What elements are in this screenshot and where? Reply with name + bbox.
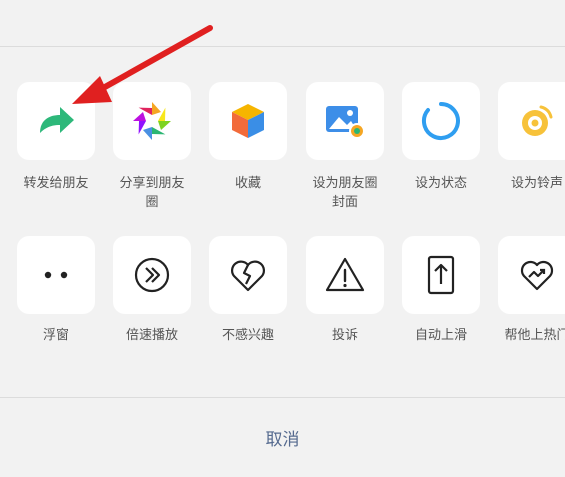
moments-aperture-icon (133, 102, 171, 140)
ringtone-icon (522, 105, 553, 136)
action-item-label: 浮窗 (42, 328, 69, 343)
speed-play-icon (134, 257, 170, 293)
share-item-label: 设为状态 (414, 176, 467, 191)
share-item-label: 分享到朋友 圈 (119, 176, 185, 210)
ringtone-tile[interactable] (498, 82, 565, 160)
divider (0, 46, 565, 47)
forward-icon (40, 107, 74, 133)
action-item-label: 倍速播放 (125, 328, 178, 343)
report-tile[interactable] (306, 236, 384, 314)
broken-heart-icon (231, 260, 265, 292)
share-item-label: 设为铃声 (510, 176, 563, 191)
cover-tile[interactable] (306, 82, 384, 160)
more-dots-icon (44, 271, 68, 279)
cancel-button[interactable]: 取消 (0, 398, 565, 477)
moments-tile[interactable] (113, 82, 191, 160)
action-item-label: 自动上滑 (414, 328, 467, 343)
not-interested-tile[interactable] (209, 236, 287, 314)
cover-image-icon (326, 106, 365, 139)
auto-scroll-up-icon (427, 255, 455, 295)
heart-trend-icon (520, 260, 554, 291)
action-item-label: 帮他上热门 (504, 328, 565, 343)
forward-tile[interactable] (17, 82, 95, 160)
status-tile[interactable] (402, 82, 480, 160)
favorite-tile[interactable] (209, 82, 287, 160)
share-item-label: 收藏 (234, 176, 261, 191)
float-tile[interactable] (17, 236, 95, 314)
action-item-label: 投诉 (331, 328, 358, 343)
warning-icon (325, 257, 365, 292)
action-item-label: 不感兴趣 (221, 328, 274, 343)
boost-tile[interactable] (498, 236, 565, 314)
auto-scroll-tile[interactable] (402, 236, 480, 314)
favorite-cube-icon (232, 104, 264, 138)
status-ring-icon (422, 102, 460, 140)
speed-tile[interactable] (113, 236, 191, 314)
share-item-label: 设为朋友圈 封面 (312, 176, 378, 210)
share-item-label: 转发给朋友 (23, 176, 89, 191)
top-row (0, 0, 565, 46)
